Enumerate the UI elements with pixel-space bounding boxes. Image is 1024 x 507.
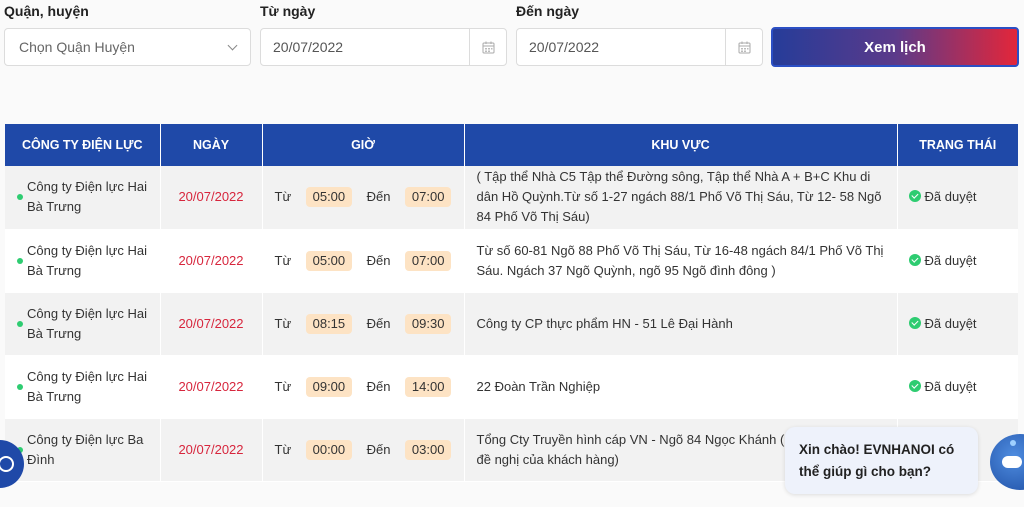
from-date-input[interactable]: 20/07/2022 — [260, 28, 507, 66]
company-name: Công ty Điện lực Hai Bà Trưng — [27, 242, 147, 278]
time-cell: Từ 08:15 Đến 09:30 — [262, 292, 465, 356]
table-row: Công ty Điện lực Hai Bà Trưng 20/07/2022… — [5, 166, 1018, 230]
company-cell: Công ty Điện lực Hai Bà Trưng — [5, 166, 161, 230]
robot-face-icon — [1002, 456, 1022, 468]
company-name: Công ty Điện lực Hai Bà Trưng — [27, 368, 147, 404]
status-dot — [17, 320, 23, 327]
calendar-icon[interactable] — [470, 29, 506, 65]
status-badge: Đã duyệt — [924, 378, 977, 394]
robot-antenna-icon — [1010, 440, 1016, 446]
to-date-value: 20/07/2022 — [517, 29, 726, 65]
view-schedule-button[interactable]: Xem lịch — [771, 27, 1019, 67]
start-time: 09:00 — [305, 376, 353, 397]
from-date-value: 20/07/2022 — [261, 29, 470, 65]
start-time: 00:00 — [305, 439, 353, 460]
header-area: KHU VỰC — [464, 124, 898, 166]
to-word: Đến — [366, 189, 391, 205]
status-cell: Đã duyệt — [897, 292, 1018, 356]
status-badge: Đã duyệt — [924, 189, 977, 205]
district-select-value: Chọn Quận Huyện — [19, 39, 135, 55]
check-circle-icon — [908, 379, 921, 392]
status-dot — [17, 194, 23, 201]
start-time: 05:00 — [305, 250, 353, 271]
company-name: Công ty Điện lực Ba Đình — [27, 431, 144, 467]
to-word: Đến — [366, 252, 391, 268]
header-date: NGÀY — [160, 124, 263, 166]
from-word: Từ — [274, 252, 292, 268]
status-badge: Đã duyệt — [924, 315, 977, 331]
header-status: TRẠNG THÁI — [897, 124, 1018, 166]
to-word: Đến — [366, 378, 391, 394]
district-label: Quận, huyện — [4, 3, 89, 19]
date-cell: 20/07/2022 — [160, 355, 263, 419]
status-cell: Đã duyệt — [897, 355, 1018, 419]
table-row: Công ty Điện lực Hai Bà Trưng 20/07/2022… — [5, 355, 1018, 419]
chat-greeting-bubble[interactable]: Xin chào! EVNHANOI có thể giúp gì cho bạ… — [785, 427, 978, 494]
end-time: 07:00 — [404, 250, 452, 271]
status-dot — [17, 383, 23, 390]
filter-bar: Quận, huyện Chọn Quận Huyện Từ ngày 20/0… — [0, 0, 1024, 80]
header-time: GIỜ — [262, 124, 465, 166]
company-cell: Công ty Điện lực Ba Đình — [5, 418, 161, 482]
header-company: CÔNG TY ĐIỆN LỰC — [5, 124, 161, 166]
start-time: 08:15 — [305, 313, 353, 334]
time-cell: Từ 05:00 Đến 07:00 — [262, 166, 465, 230]
check-circle-icon — [908, 190, 921, 203]
table-row: Công ty Điện lực Hai Bà Trưng 20/07/2022… — [5, 292, 1018, 356]
time-cell: Từ 00:00 Đến 03:00 — [262, 418, 465, 482]
to-date-input[interactable]: 20/07/2022 — [516, 28, 763, 66]
date-cell: 20/07/2022 — [160, 418, 263, 482]
from-date-label: Từ ngày — [260, 3, 316, 19]
date-cell: 20/07/2022 — [160, 166, 263, 230]
end-time: 14:00 — [404, 376, 452, 397]
from-word: Từ — [274, 189, 292, 205]
company-cell: Công ty Điện lực Hai Bà Trưng — [5, 355, 161, 419]
area-cell: ( Tập thể Nhà C5 Tập thể Đường sông, Tập… — [464, 166, 898, 230]
from-word: Từ — [274, 315, 292, 331]
to-word: Đến — [366, 441, 391, 457]
area-cell: Công ty CP thực phẩm HN - 51 Lê Đại Hành — [464, 292, 898, 356]
from-word: Từ — [274, 378, 292, 394]
company-name: Công ty Điện lực Hai Bà Trưng — [27, 179, 147, 215]
table-header-row: CÔNG TY ĐIỆN LỰC NGÀY GIỜ KHU VỰC TRẠNG … — [5, 124, 1018, 166]
area-cell: Từ số 60-81 Ngõ 88 Phố Võ Thị Sáu, Từ 16… — [464, 229, 898, 293]
table-row: Công ty Điện lực Hai Bà Trưng 20/07/2022… — [5, 229, 1018, 293]
company-cell: Công ty Điện lực Hai Bà Trưng — [5, 229, 161, 293]
status-cell: Đã duyệt — [897, 229, 1018, 293]
status-cell: Đã duyệt — [897, 166, 1018, 230]
check-circle-icon — [908, 253, 921, 266]
end-time: 03:00 — [404, 439, 452, 460]
time-cell: Từ 05:00 Đến 07:00 — [262, 229, 465, 293]
time-cell: Từ 09:00 Đến 14:00 — [262, 355, 465, 419]
chevron-down-icon — [227, 40, 238, 50]
status-dot — [17, 257, 23, 264]
status-badge: Đã duyệt — [924, 252, 977, 268]
date-cell: 20/07/2022 — [160, 292, 263, 356]
to-word: Đến — [366, 315, 391, 331]
check-circle-icon — [908, 316, 921, 329]
area-cell: 22 Đoàn Trần Nghiệp — [464, 355, 898, 419]
company-name: Công ty Điện lực Hai Bà Trưng — [27, 305, 147, 341]
district-select[interactable]: Chọn Quận Huyện — [4, 28, 251, 66]
end-time: 07:00 — [404, 187, 452, 208]
company-cell: Công ty Điện lực Hai Bà Trưng — [5, 292, 161, 356]
date-cell: 20/07/2022 — [160, 229, 263, 293]
calendar-icon[interactable] — [726, 29, 762, 65]
accessibility-icon — [0, 456, 14, 472]
end-time: 09:30 — [404, 313, 452, 334]
from-word: Từ — [274, 441, 292, 457]
to-date-label: Đến ngày — [516, 3, 580, 19]
start-time: 05:00 — [305, 187, 353, 208]
